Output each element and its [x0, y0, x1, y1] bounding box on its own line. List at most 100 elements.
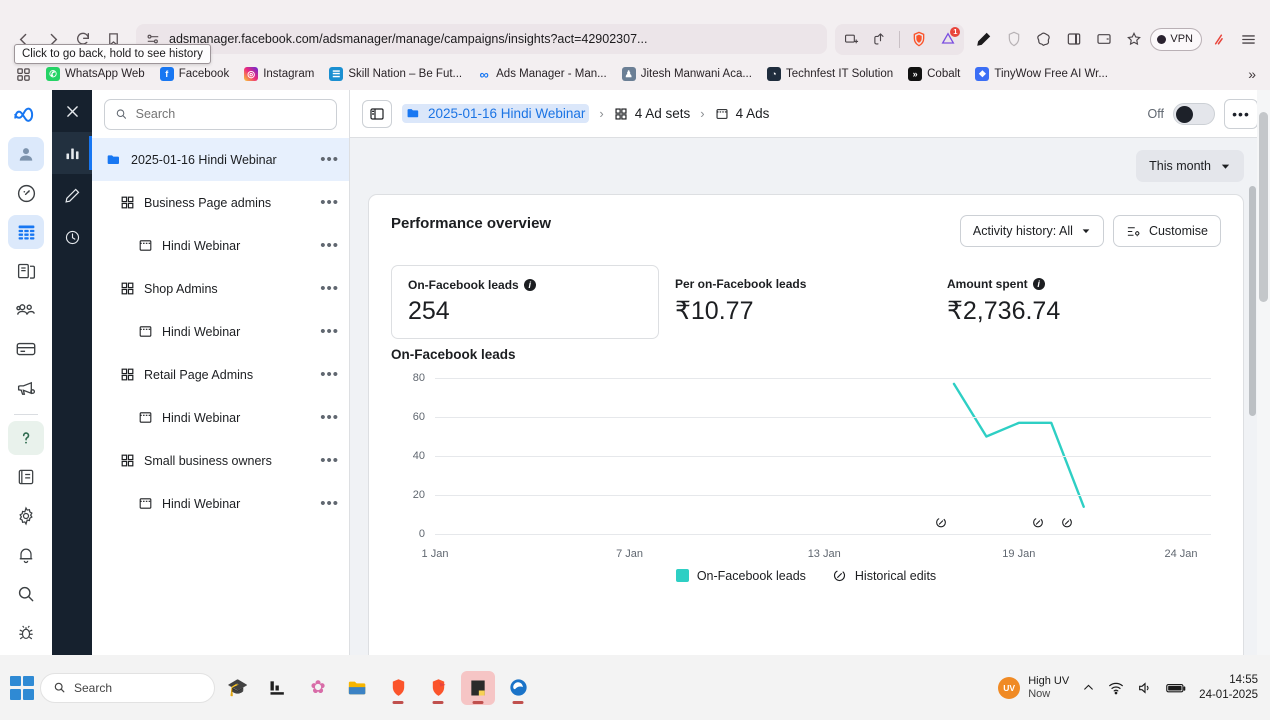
tree-item-ad[interactable]: Hindi Webinar ••• [92, 396, 349, 439]
tree-item-menu-button[interactable]: ••• [320, 152, 339, 167]
historical-edit-icon[interactable] [1061, 516, 1074, 534]
tree-item-menu-button[interactable]: ••• [320, 453, 339, 468]
pen-tool-icon[interactable] [970, 26, 997, 53]
close-panel-icon[interactable] [52, 90, 92, 132]
tree-item-ad[interactable]: Hindi Webinar ••• [92, 482, 349, 525]
tree-item-ad[interactable]: Hindi Webinar ••• [92, 310, 349, 353]
taskbar-app-copilot[interactable]: ✿ [301, 671, 335, 705]
toggle-side-panel-button[interactable] [362, 99, 392, 128]
bookmark-item[interactable]: ☰ Skill Nation – Be Fut... [323, 63, 468, 85]
history-clock-icon[interactable] [52, 216, 92, 258]
customise-button[interactable]: Customise [1112, 215, 1221, 247]
taskbar-app-charts[interactable] [261, 671, 295, 705]
bookmark-item[interactable]: ∞ Ads Manager - Man... [471, 63, 613, 85]
taskbar-app-education[interactable]: 🎓 [221, 671, 255, 705]
windows-start-icon[interactable] [10, 675, 34, 700]
taskbar-app-edge[interactable] [501, 671, 535, 705]
bug-report-icon[interactable] [8, 616, 44, 650]
tree-item-menu-button[interactable]: ••• [320, 238, 339, 253]
gauge-icon[interactable] [8, 176, 44, 210]
breadcrumb-adsets[interactable]: 4 Ad sets [614, 106, 690, 121]
historical-edit-icon[interactable] [1032, 516, 1045, 534]
activity-history-button[interactable]: Activity history: All [959, 215, 1104, 247]
info-icon[interactable]: i [1032, 278, 1045, 290]
tree-item-campaign[interactable]: 2025-01-16 Hindi Webinar ••• [92, 138, 349, 181]
account-avatar-icon[interactable] [8, 137, 44, 171]
wallet-icon[interactable] [1090, 26, 1117, 53]
pages-icon[interactable] [8, 254, 44, 288]
legend-item-historical-edits[interactable]: Historical edits [832, 568, 936, 583]
page-scrollbar[interactable] [1257, 90, 1270, 655]
date-range-selector[interactable]: This month [1136, 150, 1244, 182]
brave-rewards-icon[interactable]: 1 [934, 26, 961, 53]
sidebar-toggle-icon[interactable] [1060, 26, 1087, 53]
leo-ai-icon[interactable] [1030, 26, 1057, 53]
settings-gear-icon[interactable] [8, 499, 44, 533]
campaign-status-toggle[interactable] [1173, 102, 1215, 125]
weather-widget[interactable]: UV High UV Now [998, 675, 1069, 701]
taskbar-clock[interactable]: 14:55 24-01-2025 [1199, 673, 1258, 703]
billing-icon[interactable] [8, 332, 44, 366]
vpn-button[interactable]: VPN [1150, 27, 1202, 51]
search-icon[interactable] [8, 577, 44, 611]
bookmark-item[interactable]: » Cobalt [902, 63, 966, 85]
taskbar-app-brave[interactable] [381, 671, 415, 705]
documents-icon[interactable] [8, 460, 44, 494]
share-icon[interactable] [867, 26, 894, 53]
brave-shields-icon[interactable] [905, 26, 932, 53]
edit-pencil-icon[interactable] [52, 174, 92, 216]
apps-grid-icon[interactable] [10, 61, 37, 88]
tree-item-adset[interactable]: Business Page admins ••• [92, 181, 349, 224]
notifications-bell-icon[interactable] [8, 538, 44, 572]
taskbar-search[interactable]: Search [40, 672, 215, 703]
insights-chart-icon[interactable] [52, 132, 92, 174]
info-icon[interactable]: i [523, 279, 536, 291]
bookmark-item[interactable]: ❖ TinyWow Free AI Wr... [969, 63, 1114, 85]
tree-item-menu-button[interactable]: ••• [320, 324, 339, 339]
tree-item-adset[interactable]: Small business owners ••• [92, 439, 349, 482]
bookmark-item[interactable]: ◎ Instagram [238, 63, 320, 85]
taskbar-app-notepad[interactable] [461, 670, 495, 705]
volume-icon[interactable] [1137, 680, 1153, 696]
tree-item-menu-button[interactable]: ••• [320, 367, 339, 382]
content-scroll-thumb[interactable] [1249, 186, 1256, 416]
megaphone-icon[interactable] [8, 371, 44, 405]
legend-item-leads[interactable]: On-Facebook leads [675, 569, 806, 583]
audience-icon[interactable] [8, 293, 44, 327]
tree-item-menu-button[interactable]: ••• [320, 281, 339, 296]
tree-item-menu-button[interactable]: ••• [320, 195, 339, 210]
picture-in-picture-icon[interactable] [838, 26, 865, 53]
bookmark-item[interactable]: ♟ Jitesh Manwani Aca... [616, 63, 758, 85]
shield-icon[interactable] [1000, 26, 1027, 53]
page-scroll-thumb[interactable] [1259, 112, 1268, 302]
bookmark-item[interactable]: f Facebook [154, 63, 236, 85]
battery-icon[interactable] [1166, 681, 1186, 695]
breadcrumb-ads[interactable]: 4 Ads [715, 106, 769, 121]
wifi-icon[interactable] [1108, 680, 1124, 696]
search-input[interactable] [135, 107, 326, 121]
favorites-star-icon[interactable] [1120, 26, 1147, 53]
tree-item-menu-button[interactable]: ••• [320, 410, 339, 425]
bookmarks-overflow-button[interactable]: » [1248, 66, 1260, 82]
bookmark-item[interactable]: ◔ Technfest IT Solution [761, 63, 899, 85]
historical-edit-icon[interactable] [934, 516, 947, 534]
taskbar-app-file-explorer[interactable] [341, 671, 375, 705]
metric-on-facebook-leads[interactable]: On-Facebook leads i 254 [391, 265, 659, 339]
tree-item-menu-button[interactable]: ••• [320, 496, 339, 511]
tree-item-adset[interactable]: Shop Admins ••• [92, 267, 349, 310]
meta-logo-icon[interactable] [8, 98, 44, 132]
bookmark-item[interactable]: ✆ WhatsApp Web [40, 63, 151, 85]
table-view-icon[interactable] [8, 215, 44, 249]
browser-menu-icon[interactable] [1235, 26, 1262, 53]
tray-overflow-chevron-icon[interactable] [1082, 681, 1095, 694]
search-box[interactable] [104, 98, 337, 130]
tree-item-adset[interactable]: Retail Page Admins ••• [92, 353, 349, 396]
address-bar[interactable]: adsmanager.facebook.com/adsmanager/manag… [136, 24, 828, 54]
help-icon[interactable] [8, 420, 44, 455]
breadcrumb-campaign[interactable]: 2025-01-16 Hindi Webinar [402, 104, 590, 123]
more-options-button[interactable]: ••• [1224, 98, 1258, 129]
content-scrollbar[interactable] [1249, 186, 1256, 655]
brave-profile-icon[interactable] [1205, 26, 1232, 53]
taskbar-app-brave-beta[interactable] [421, 671, 455, 705]
tree-item-ad[interactable]: Hindi Webinar ••• [92, 224, 349, 267]
